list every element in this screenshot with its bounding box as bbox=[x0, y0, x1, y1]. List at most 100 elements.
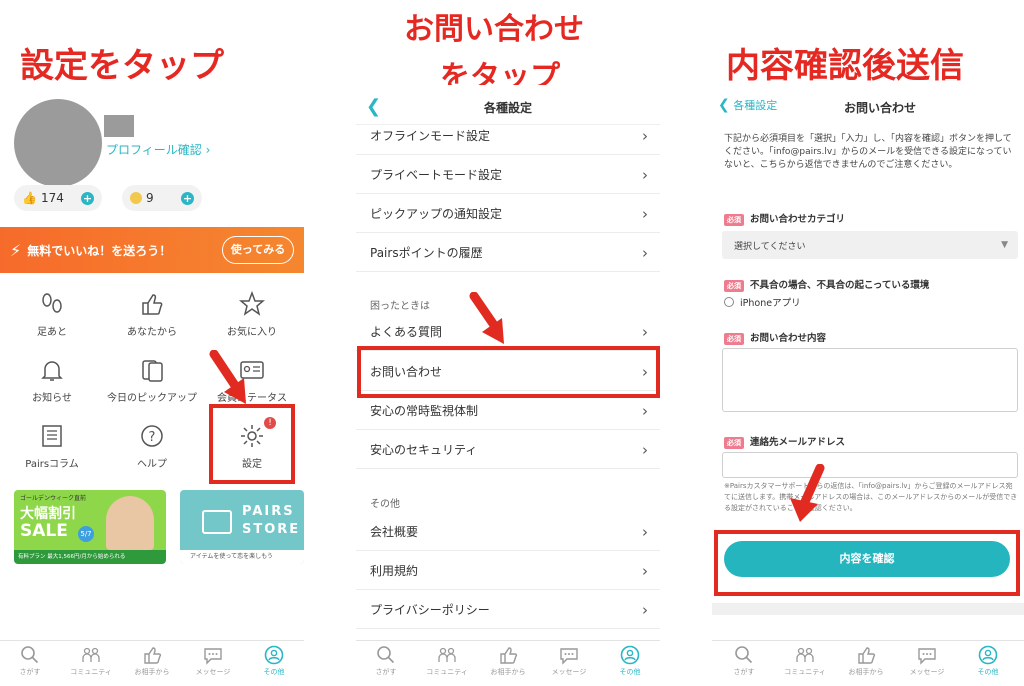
section-trouble: 困ったときは bbox=[370, 301, 430, 312]
add-likes-button[interactable]: + bbox=[81, 191, 94, 205]
chevron-right-icon: › bbox=[642, 523, 648, 541]
banner-person-photo bbox=[106, 496, 154, 550]
highlight-settings bbox=[209, 404, 295, 484]
highlight-confirm bbox=[714, 530, 1020, 596]
add-points-button[interactable]: + bbox=[181, 191, 194, 205]
caption-step1: 設定をタップ bbox=[20, 46, 224, 86]
cards-icon bbox=[142, 360, 163, 382]
thumbs-up-icon bbox=[858, 647, 876, 664]
tab-search[interactable]: さがす bbox=[0, 645, 60, 677]
required-tag: 必須 bbox=[724, 279, 744, 292]
menu-footprints[interactable]: 足あと bbox=[2, 285, 102, 353]
tab-other[interactable]: その他 bbox=[600, 645, 660, 677]
help-icon: ? bbox=[141, 425, 163, 447]
likes-stat: 👍 174 + bbox=[14, 185, 102, 211]
chevron-right-icon: › bbox=[642, 441, 648, 459]
points-stat: 9 + bbox=[122, 185, 202, 211]
tab-bar: さがす コミュニティ お相手から メッセージ その他 bbox=[356, 640, 660, 686]
tab-messages[interactable]: メッセージ bbox=[183, 645, 243, 677]
contact-content-textarea[interactable] bbox=[722, 348, 1018, 412]
row-security[interactable]: 安心のセキュリティ › bbox=[356, 431, 660, 469]
menu-pickup[interactable]: 今日のピックアップ bbox=[102, 351, 202, 419]
coin-icon bbox=[130, 192, 142, 204]
tab-from-partner[interactable]: お相手から bbox=[122, 645, 182, 677]
tab-messages[interactable]: メッセージ bbox=[539, 645, 599, 677]
chevron-right-icon: › bbox=[642, 205, 648, 223]
community-icon bbox=[796, 647, 814, 662]
search-icon bbox=[377, 646, 395, 664]
tab-bar: さがす コミュニティ お相手から メッセージ その他 bbox=[0, 640, 304, 686]
row-offline-mode[interactable]: オフラインモード設定 › bbox=[356, 117, 660, 155]
tab-bar: さがす コミュニティ お相手から メッセージ その他 bbox=[712, 640, 1024, 686]
iphone-app-radio[interactable] bbox=[724, 297, 734, 307]
required-tag: 必須 bbox=[724, 213, 744, 226]
tab-search[interactable]: さがす bbox=[714, 645, 774, 677]
message-icon bbox=[560, 648, 578, 665]
page-title: 各種設定 bbox=[483, 101, 532, 115]
row-points-history[interactable]: Pairsポイントの履歴 › bbox=[356, 234, 660, 272]
likes-count: 174 bbox=[40, 191, 64, 205]
reply-note: ※Pairsカスタマーサポートからの返信は、「info@pairs.lv」からご… bbox=[724, 482, 1018, 512]
row-terms[interactable]: 利用規約 › bbox=[356, 552, 660, 590]
email-field[interactable] bbox=[722, 452, 1018, 478]
store-banner[interactable]: PAIRS STORE アイテムを使って恋を楽しもう bbox=[180, 490, 304, 564]
row-pickup-notification[interactable]: ピックアップの通知設定 › bbox=[356, 195, 660, 233]
environment-label: 必須 不具合の場合、不具合の起こっている環境 bbox=[724, 277, 929, 292]
tab-search[interactable]: さがす bbox=[356, 645, 416, 677]
row-privacy[interactable]: プライバシーポリシー › bbox=[356, 591, 660, 629]
person-icon bbox=[978, 645, 998, 665]
mypage-screen: プロフィール確認 › 👍 174 + 9 + ⚡ 無料でいいね！を送ろう！ 使っ… bbox=[0, 85, 304, 686]
menu-from-you[interactable]: あなたから bbox=[102, 285, 202, 353]
menu-notifications[interactable]: お知らせ bbox=[2, 351, 102, 419]
bell-icon bbox=[41, 361, 63, 381]
thumbs-up-icon bbox=[500, 647, 518, 664]
footer-strip bbox=[712, 603, 1024, 615]
person-icon bbox=[264, 645, 284, 665]
email-label: 必須 連絡先メールアドレス bbox=[724, 434, 845, 449]
thumbs-up-icon bbox=[144, 647, 162, 664]
menu-favorites[interactable]: お気に入り bbox=[202, 285, 302, 353]
highlight-contact bbox=[357, 346, 660, 398]
banner-tag: ゴールデンウィーク直前 bbox=[20, 495, 87, 502]
chevron-right-icon: › bbox=[642, 562, 648, 580]
promo-use-button[interactable]: 使ってみる bbox=[222, 236, 294, 264]
chevron-right-icon: › bbox=[642, 127, 648, 145]
tab-other[interactable]: その他 bbox=[244, 645, 304, 677]
tab-other[interactable]: その他 bbox=[958, 645, 1018, 677]
chevron-right-icon: › bbox=[642, 601, 648, 619]
category-select[interactable]: 選択してください ▼ bbox=[722, 231, 1018, 259]
chevron-right-icon: › bbox=[642, 166, 648, 184]
lightning-icon: ⚡ bbox=[10, 240, 22, 260]
menu-pairs-column[interactable]: Pairsコラム bbox=[2, 417, 102, 485]
tab-community[interactable]: コミュニティ bbox=[417, 645, 477, 677]
category-label: 必須 お問い合わせカテゴリ bbox=[724, 211, 845, 226]
store-title-2: STORE bbox=[242, 522, 301, 537]
footprints-icon bbox=[42, 293, 62, 313]
caption-step3: 内容確認後送信 bbox=[726, 46, 964, 86]
free-like-promo[interactable]: ⚡ 無料でいいね！を送ろう！ 使ってみる bbox=[0, 227, 304, 273]
required-tag: 必須 bbox=[724, 436, 744, 449]
tab-community[interactable]: コミュニティ bbox=[775, 645, 835, 677]
star-icon bbox=[239, 291, 265, 316]
tab-from-partner[interactable]: お相手から bbox=[836, 645, 896, 677]
search-icon bbox=[735, 646, 753, 664]
row-company[interactable]: 会社概要 › bbox=[356, 513, 660, 551]
required-tag: 必須 bbox=[724, 332, 744, 345]
tab-community[interactable]: コミュニティ bbox=[61, 645, 121, 677]
newspaper-icon bbox=[42, 425, 62, 447]
row-private-mode[interactable]: プライベートモード設定 › bbox=[356, 156, 660, 194]
menu-help[interactable]: ? ヘルプ bbox=[102, 417, 202, 485]
content-label: 必須 お問い合わせ内容 bbox=[724, 330, 826, 345]
arrow-to-confirm bbox=[790, 464, 825, 522]
tab-from-partner[interactable]: お相手から bbox=[478, 645, 538, 677]
thumbs-up-icon: 👍 bbox=[22, 191, 37, 205]
chevron-right-icon: › bbox=[642, 244, 648, 262]
tab-messages[interactable]: メッセージ bbox=[897, 645, 957, 677]
profile-check-link[interactable]: プロフィール確認 › bbox=[106, 141, 210, 158]
avatar[interactable] bbox=[14, 99, 102, 187]
store-icon bbox=[202, 510, 232, 534]
caption-step2-line1: お問い合わせ bbox=[404, 12, 584, 47]
sale-banner[interactable]: ゴールデンウィーク直前 大幅割引 SALE 5/7 有料プラン 最大1,566円… bbox=[14, 490, 166, 564]
search-icon bbox=[21, 646, 39, 664]
banner-date: 5/7 bbox=[78, 526, 94, 542]
